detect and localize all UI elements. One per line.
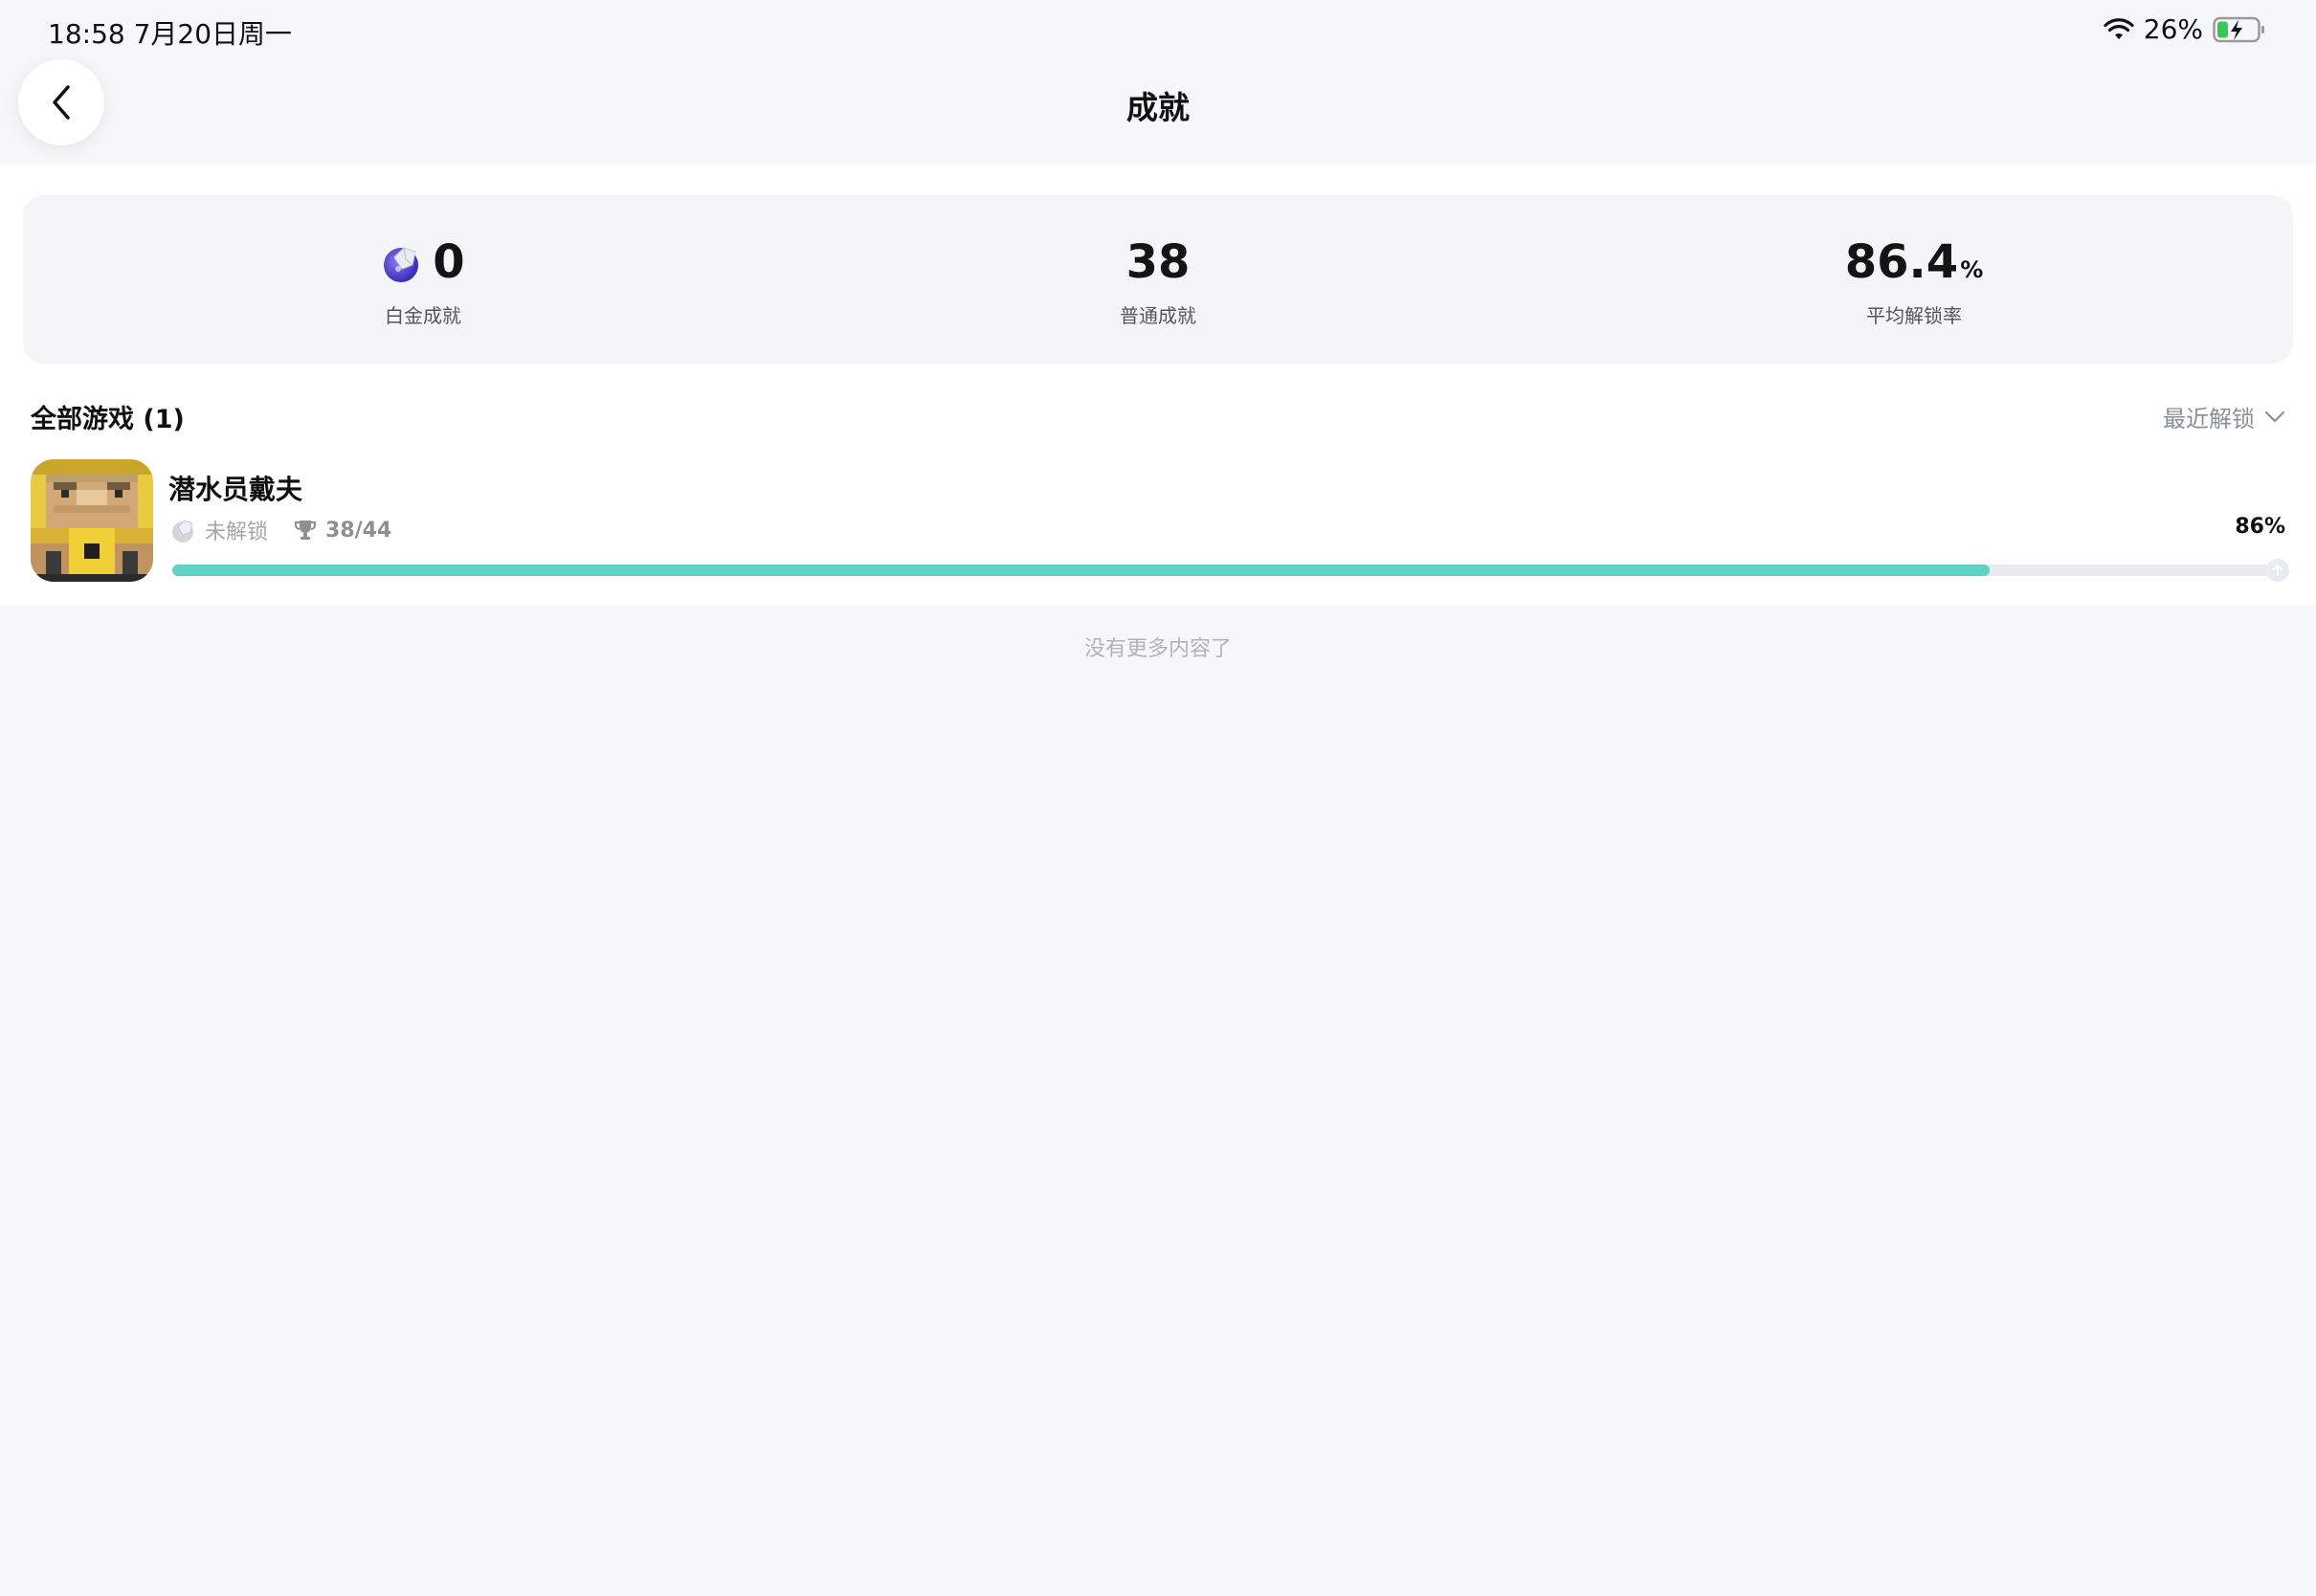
end-of-list-text: 没有更多内容了 (1083, 637, 1232, 661)
battery-percent: 26% (2143, 13, 2203, 45)
stat-normal: 38 普通成就 (967, 195, 1349, 364)
arrow-up-icon (2273, 564, 2283, 576)
stat-label: 平均解锁率 (1866, 304, 1962, 327)
progress-bar (172, 559, 2289, 582)
stat-value: 38 (1125, 235, 1191, 289)
stat-unit: % (1960, 256, 1984, 283)
stat-label: 白金成就 (385, 304, 461, 327)
sort-dropdown[interactable]: 最近解锁 (2163, 400, 2285, 433)
game-title: 潜水员戴夫 (168, 474, 303, 505)
stat-platinum: 0 白金成就 (232, 195, 614, 364)
content-area: 0 白金成就 38 普通成就 86.4 % 平均解锁率 全部游戏 (1) 最近解… (0, 165, 2316, 605)
game-icon (31, 459, 153, 582)
platinum-status: 未解锁 (205, 521, 269, 544)
section-title: 全部游戏 (1) (31, 405, 185, 434)
chevron-down-icon (2264, 410, 2285, 422)
stat-value: 0 (433, 235, 465, 289)
progress-percent: 86% (2235, 515, 2285, 539)
progress-fill (172, 565, 1990, 576)
game-meta: 未解锁 38/44 (170, 515, 391, 545)
sort-label: 最近解锁 (2163, 406, 2255, 432)
achievement-count: 38/44 (325, 518, 392, 543)
progress-end-marker (2266, 559, 2289, 582)
status-bar: 18:58 7月20日周一 26% (0, 0, 2316, 59)
page-title: 成就 (1126, 89, 1190, 126)
trophy-icon (295, 521, 317, 540)
wifi-icon (2104, 17, 2134, 39)
game-list-item[interactable]: 潜水员戴夫 未解锁 38/44 86% (31, 459, 2289, 584)
section-header: 全部游戏 (1) 最近解锁 (31, 398, 2285, 436)
battery-charging-icon (2213, 16, 2264, 42)
status-time: 18:58 7月20日周一 (48, 18, 293, 50)
status-indicators: 26% (2104, 13, 2266, 45)
stat-value: 86.4 (1844, 235, 1959, 289)
platinum-locked-icon (172, 520, 193, 543)
stats-card: 0 白金成就 38 普通成就 86.4 % 平均解锁率 (23, 195, 2293, 364)
nav-bar: 成就 (0, 59, 2316, 165)
stat-label: 普通成就 (1120, 304, 1196, 327)
platinum-trophy-icon (384, 247, 419, 282)
diver-dave-icon (31, 459, 153, 582)
stat-unlock-rate: 86.4 % 平均解锁率 (1723, 195, 2105, 364)
